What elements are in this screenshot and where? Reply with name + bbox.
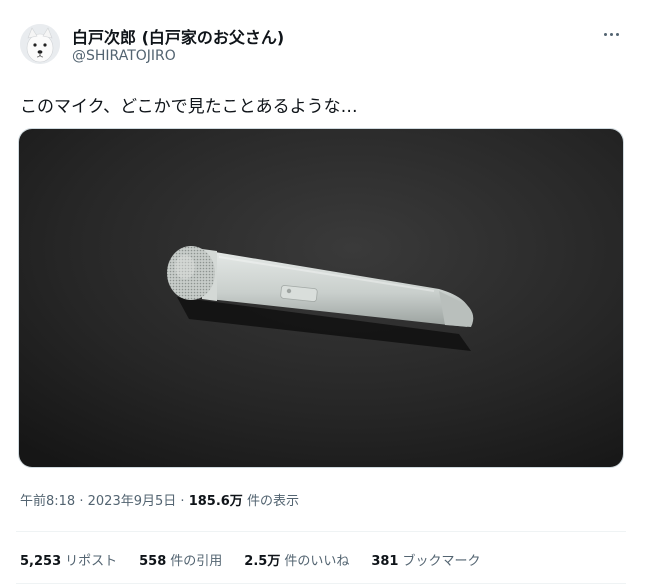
divider <box>16 531 626 532</box>
tweet-photo[interactable] <box>18 128 624 468</box>
stat-label: リポスト <box>65 554 118 569</box>
stat-likes[interactable]: 2.5万 件のいいね <box>244 550 349 569</box>
white-microphone-photo <box>19 129 623 467</box>
author-display-name[interactable]: 白戸次郎 (白戸家のお父さん) <box>72 24 284 48</box>
engagement-stats: 5,253 リポスト 558 件の引用 2.5万 件のいいね 381 ブックマーク <box>20 550 481 569</box>
stat-bookmarks[interactable]: 381 ブックマーク <box>371 550 480 569</box>
stat-label: 件のいいね <box>284 554 350 569</box>
tweet-text: このマイク、どこかで見たことあるような… <box>20 97 358 117</box>
dot <box>609 32 613 36</box>
avatar[interactable] <box>20 24 60 64</box>
stat-count: 2.5万 <box>244 554 281 569</box>
white-dog-icon <box>20 24 60 64</box>
tweet-card: 白戸次郎 (白戸家のお父さん) @SHIRATOJIRO このマイク、どこかで見… <box>0 0 645 587</box>
post-time[interactable]: 午前8:18 <box>20 494 75 509</box>
stat-reposts[interactable]: 5,253 リポスト <box>20 550 117 569</box>
views-label: 件の表示 <box>246 494 299 509</box>
views-count: 185.6万 <box>188 494 243 509</box>
stat-count: 381 <box>371 554 399 569</box>
separator: · <box>180 494 185 509</box>
stat-label: 件の引用 <box>170 554 223 569</box>
tweet-meta: 午前8:18 · 2023年9月5日 · 185.6万 件の表示 <box>20 490 299 509</box>
stat-label: ブックマーク <box>402 554 481 569</box>
separator: · <box>79 494 84 509</box>
dot <box>603 32 607 36</box>
divider <box>16 583 626 584</box>
stat-count: 5,253 <box>20 554 62 569</box>
dot <box>615 32 619 36</box>
stat-quotes[interactable]: 558 件の引用 <box>139 550 222 569</box>
post-date[interactable]: 2023年9月5日 <box>88 494 177 509</box>
stat-count: 558 <box>139 554 167 569</box>
more-dots-icon[interactable] <box>599 24 623 44</box>
author-handle[interactable]: @SHIRATOJIRO <box>72 48 176 64</box>
